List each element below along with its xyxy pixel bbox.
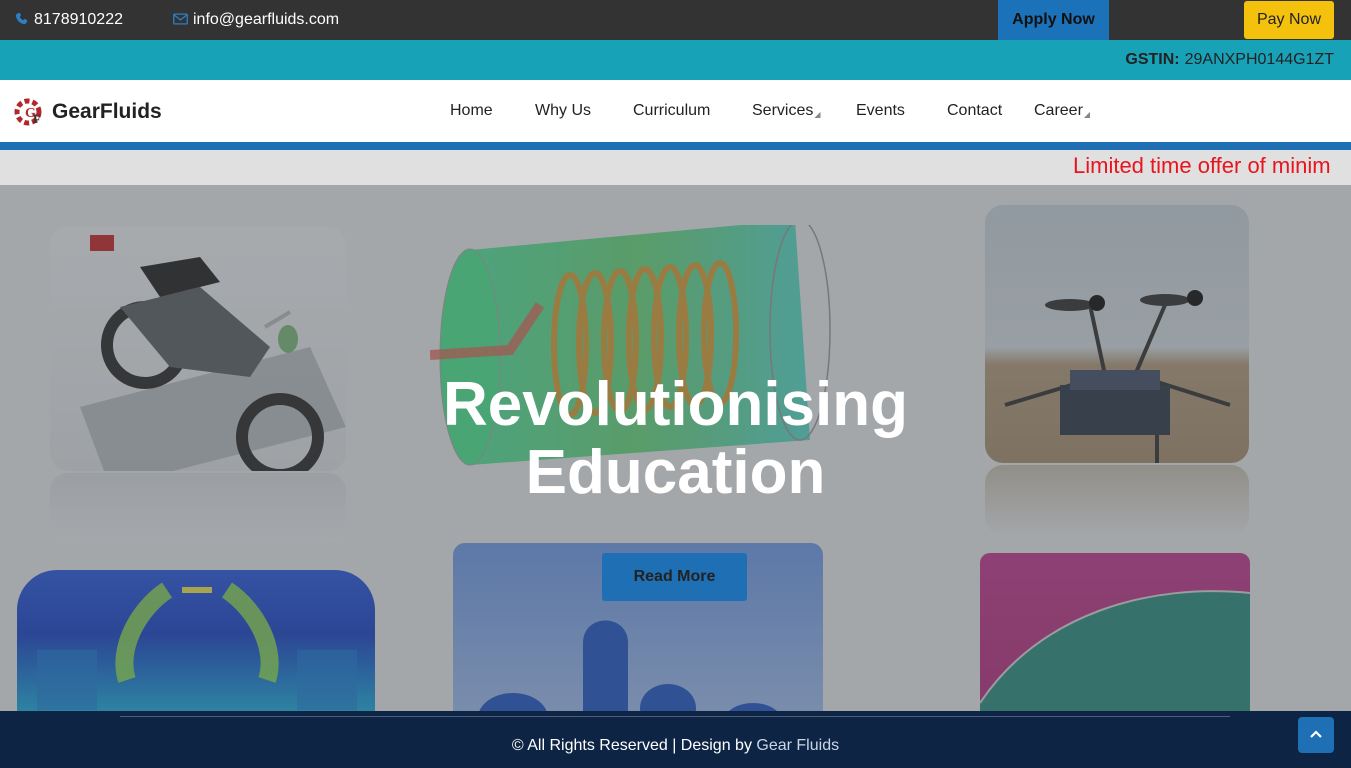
apply-now-button[interactable]: Apply Now: [998, 0, 1109, 40]
back-to-top-button[interactable]: [1298, 717, 1334, 753]
gstin: GSTIN: 29ANXPH0144G1ZT: [1125, 40, 1334, 80]
dropdown-caret-icon: ◢: [1083, 109, 1091, 119]
main-navbar: G F GearFluids Home Why Us Curriculum Se…: [0, 80, 1351, 150]
offer-ticker: Limited time offer of minim: [0, 150, 1351, 185]
read-more-button[interactable]: Read More: [602, 553, 747, 601]
nav-services[interactable]: Services ◢: [752, 80, 821, 142]
nav-why-us[interactable]: Why Us: [535, 80, 591, 142]
footer-copyright: © All Rights Reserved | Design by Gear F…: [0, 737, 1351, 755]
top-contact-bar: 8178910222 info@gearfluids.com Apply Now…: [0, 0, 1351, 40]
nav-home-label: Home: [450, 102, 493, 119]
nav-career-label: Career: [1034, 102, 1083, 119]
nav-curriculum[interactable]: Curriculum: [633, 80, 710, 142]
offer-ticker-text: Limited time offer of minim: [1073, 153, 1331, 178]
brand-name: GearFluids: [52, 100, 162, 123]
email-contact[interactable]: info@gearfluids.com: [173, 0, 339, 40]
nav-home[interactable]: Home: [450, 80, 493, 142]
nav-contact[interactable]: Contact: [947, 80, 1002, 142]
gear-logo-icon: G F: [14, 96, 46, 128]
hero-title: Revolutionising Education: [0, 371, 1351, 507]
nav-career[interactable]: Career ◢: [1034, 80, 1090, 142]
envelope-icon: [173, 12, 188, 28]
dropdown-caret-icon: ◢: [814, 109, 821, 119]
svg-text:F: F: [33, 111, 41, 126]
phone-number: 8178910222: [34, 11, 123, 28]
footer-divider: [120, 716, 1230, 717]
gstin-value: 29ANXPH0144G1ZT: [1184, 51, 1334, 68]
nav-services-label: Services: [752, 102, 814, 119]
copyright-text: © All Rights Reserved | Design by: [511, 737, 757, 754]
nav-events[interactable]: Events: [856, 80, 905, 142]
footer-brand-link[interactable]: Gear Fluids: [756, 737, 839, 754]
gstin-bar: GSTIN: 29ANXPH0144G1ZT: [0, 40, 1351, 80]
phone-icon: [14, 12, 28, 28]
nav-contact-label: Contact: [947, 102, 1003, 119]
hero-title-line-1: Revolutionising: [443, 370, 908, 439]
phone-contact[interactable]: 8178910222: [14, 0, 123, 40]
email-address: info@gearfluids.com: [193, 11, 340, 28]
nav-events-label: Events: [856, 102, 905, 119]
chevron-up-icon: [1309, 726, 1323, 744]
site-footer: © All Rights Reserved | Design by Gear F…: [0, 711, 1351, 768]
nav-curriculum-label: Curriculum: [633, 102, 711, 119]
gstin-label: GSTIN:: [1125, 51, 1180, 68]
hero-title-line-2: Education: [525, 438, 826, 507]
hero-banner: Revolutionising Education Read More: [0, 185, 1351, 711]
nav-why-us-label: Why Us: [535, 102, 591, 119]
brand-logo[interactable]: G F GearFluids: [14, 96, 162, 128]
pay-now-button[interactable]: Pay Now: [1244, 1, 1334, 39]
